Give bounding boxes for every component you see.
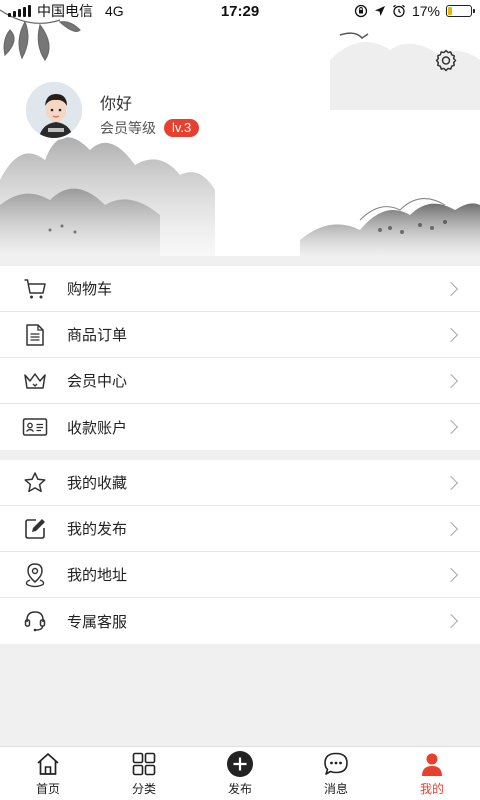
level-badge: lv.3 <box>164 119 200 137</box>
menu-group-shopping: 购物车 商品订单 会员中心 收款账户 <box>0 266 480 450</box>
home-icon <box>34 750 62 778</box>
status-bar: 中国电信 4G 17:29 17% <box>0 0 480 22</box>
member-level-row: 会员等级 lv.3 <box>100 118 200 138</box>
menu-label: 我的收藏 <box>67 475 128 492</box>
tab-label: 分类 <box>131 782 156 796</box>
order-icon <box>22 322 48 348</box>
profile-header: 你好 会员等级 lv.3 <box>0 0 480 256</box>
chevron-right-icon <box>443 613 459 629</box>
tab-label: 我的 <box>419 782 444 796</box>
chevron-right-icon <box>443 327 459 342</box>
location-icon <box>22 562 48 588</box>
network-type: 4G <box>105 3 124 19</box>
tab-publish[interactable]: 发布 <box>192 747 288 800</box>
tab-label: 首页 <box>35 782 60 796</box>
orientation-lock-icon <box>354 4 368 18</box>
star-icon <box>22 470 48 496</box>
location-arrow-icon <box>374 6 385 16</box>
menu-item-orders[interactable]: 商品订单 <box>0 312 480 358</box>
grid-icon <box>130 750 158 778</box>
tab-label: 消息 <box>323 782 348 796</box>
chevron-right-icon <box>443 521 459 536</box>
plus-circle-icon <box>226 750 254 778</box>
edit-icon <box>22 516 48 542</box>
greeting-text: 你好 <box>100 96 133 113</box>
tab-messages[interactable]: 消息 <box>288 747 384 800</box>
alarm-icon <box>393 4 405 18</box>
menu-item-my-posts[interactable]: 我的发布 <box>0 506 480 552</box>
menu-item-member-center[interactable]: 会员中心 <box>0 358 480 404</box>
menu-item-addresses[interactable]: 我的地址 <box>0 552 480 598</box>
user-icon <box>418 750 446 778</box>
menu-label: 我的地址 <box>67 567 128 584</box>
crown-icon <box>22 368 48 394</box>
chevron-right-icon <box>443 567 459 582</box>
bottom-tab-bar: 首页 分类 发布 消息 我的 <box>0 746 480 800</box>
headset-icon <box>22 608 48 634</box>
cart-icon <box>22 276 48 302</box>
menu-label: 购物车 <box>67 281 113 298</box>
chevron-right-icon <box>443 475 459 490</box>
carrier-name: 中国电信 <box>37 3 93 19</box>
chat-icon <box>322 750 350 778</box>
tab-label: 发布 <box>227 782 252 796</box>
chevron-right-icon <box>443 419 459 435</box>
tab-home[interactable]: 首页 <box>0 747 96 800</box>
chevron-right-icon <box>443 281 459 296</box>
menu-label: 专属客服 <box>67 613 128 631</box>
menu-item-customer-service[interactable]: 专属客服 <box>0 598 480 644</box>
account-card-icon <box>22 414 48 440</box>
battery-level-fill <box>448 7 452 15</box>
menu-label: 会员中心 <box>67 373 128 390</box>
menu-label: 商品订单 <box>67 327 128 344</box>
menu-item-favorites[interactable]: 我的收藏 <box>0 460 480 506</box>
menu-item-payment-account[interactable]: 收款账户 <box>0 404 480 450</box>
member-level-label: 会员等级 <box>100 120 156 136</box>
menu-group-personal: 我的收藏 我的发布 我的地址 专属客服 <box>0 460 480 644</box>
battery-icon <box>446 5 475 17</box>
menu-label: 我的发布 <box>67 521 128 538</box>
menu-label: 收款账户 <box>67 419 128 437</box>
tab-category[interactable]: 分类 <box>96 747 192 800</box>
menu-item-cart[interactable]: 购物车 <box>0 266 480 312</box>
battery-percent: 17% <box>411 3 440 19</box>
settings-button[interactable] <box>434 48 458 72</box>
signal-icon <box>8 5 31 17</box>
tab-mine[interactable]: 我的 <box>384 747 480 800</box>
chevron-right-icon <box>443 373 459 388</box>
avatar[interactable] <box>24 80 84 140</box>
gear-icon <box>435 49 457 72</box>
